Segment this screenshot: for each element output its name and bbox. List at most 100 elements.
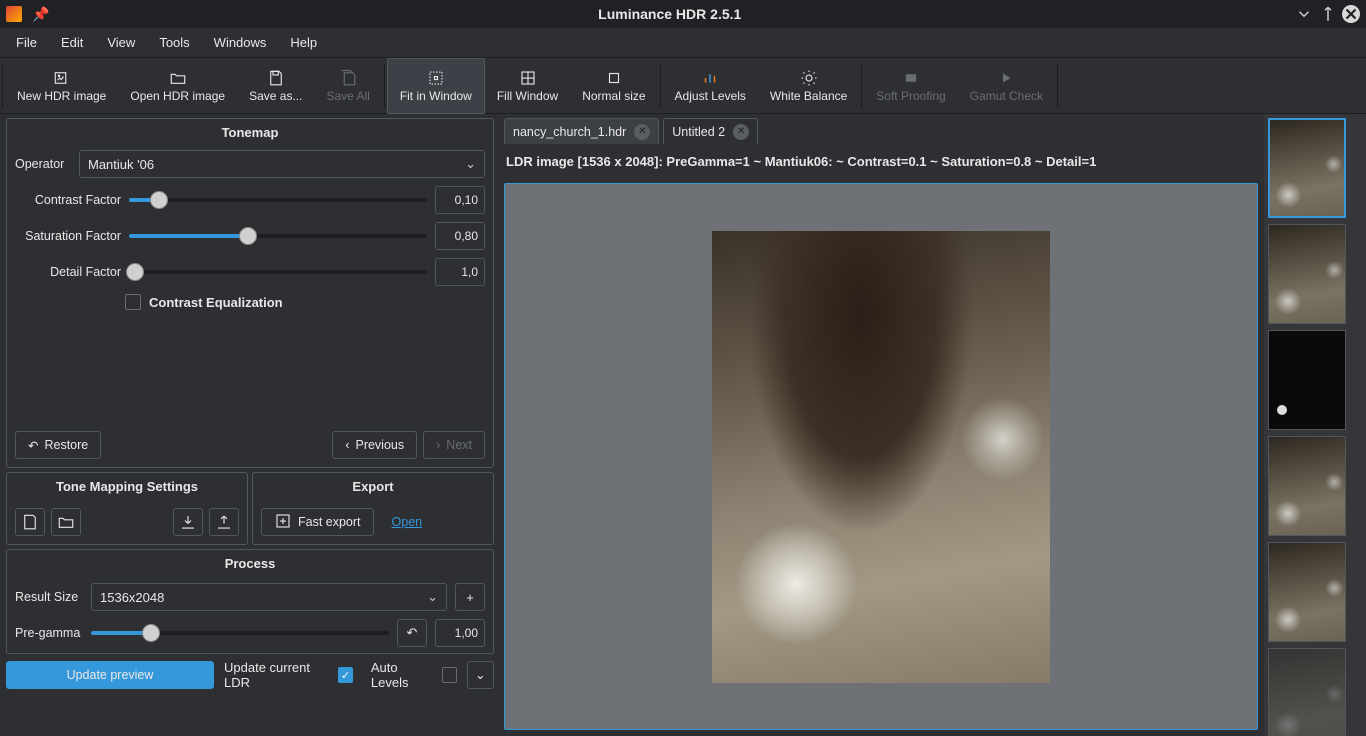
tonemap-panel: Tonemap Operator Mantiuk '06 ⌄ Contrast … (6, 118, 494, 468)
tab-untitled-2[interactable]: Untitled 2 ✕ (663, 118, 758, 144)
levels-icon (700, 69, 720, 87)
preview-thumb[interactable] (1268, 118, 1346, 218)
menu-file[interactable]: File (4, 31, 49, 54)
fit-window-button[interactable]: Fit in Window (387, 58, 485, 114)
image-status: LDR image [1536 x 2048]: PreGamma=1 ~ Ma… (498, 144, 1264, 179)
contrast-slider[interactable] (129, 190, 427, 210)
app-icon (6, 6, 22, 22)
preview-thumb[interactable] (1268, 224, 1346, 324)
tms-export-button[interactable] (209, 508, 239, 536)
preview-thumb[interactable] (1268, 542, 1346, 642)
undo-icon: ↶ (28, 438, 38, 453)
save-as-label: Save as... (249, 89, 302, 103)
operator-value: Mantiuk '06 (88, 157, 154, 172)
save-icon (266, 69, 286, 87)
menu-windows[interactable]: Windows (202, 31, 279, 54)
adjust-levels-button[interactable]: Adjust Levels (663, 58, 758, 114)
image-plus-icon (52, 69, 72, 87)
menu-help[interactable]: Help (278, 31, 329, 54)
result-size-label: Result Size (15, 590, 83, 604)
update-ldr-label: Update current LDR (224, 660, 328, 690)
previous-button[interactable]: ‹ Previous (332, 431, 417, 459)
open-hdr-button[interactable]: Open HDR image (118, 58, 237, 114)
contrast-eq-checkbox[interactable] (125, 294, 141, 310)
preview-thumb[interactable] (1268, 436, 1346, 536)
tab-close-icon[interactable]: ✕ (634, 124, 650, 140)
contrast-value[interactable]: 0,10 (435, 186, 485, 214)
detail-value[interactable]: 1,0 (435, 258, 485, 286)
tab-label: nancy_church_1.hdr (513, 125, 626, 139)
export-open-link[interactable]: Open (380, 508, 435, 536)
result-size-value: 1536x2048 (100, 590, 164, 605)
auto-levels-more-button[interactable]: ⌄ (467, 661, 494, 689)
gamut-check-button: Gamut Check (958, 58, 1055, 114)
tab-nancy-church[interactable]: nancy_church_1.hdr ✕ (504, 118, 659, 144)
tms-save-button[interactable] (15, 508, 45, 536)
tab-close-icon[interactable]: ✕ (733, 124, 749, 140)
window-title: Luminance HDR 2.5.1 (49, 6, 1290, 22)
pregamma-value[interactable]: 1,00 (435, 619, 485, 647)
chevron-down-icon: ⌄ (427, 589, 438, 605)
restore-button[interactable]: ↶ Restore (15, 431, 101, 459)
auto-levels-checkbox[interactable] (442, 667, 457, 683)
open-hdr-label: Open HDR image (130, 89, 225, 103)
contrast-label: Contrast Factor (15, 193, 121, 207)
detail-slider[interactable] (129, 262, 427, 282)
export-icon (274, 512, 292, 533)
chevron-left-icon: ‹ (345, 438, 349, 452)
fill-window-button[interactable]: Fill Window (485, 58, 570, 114)
contrast-eq-label: Contrast Equalization (149, 295, 283, 310)
close-icon[interactable] (1342, 5, 1360, 23)
export-panel: Export Fast export Open (252, 472, 494, 545)
preview-thumb[interactable] (1268, 330, 1346, 430)
menu-tools[interactable]: Tools (147, 31, 201, 54)
tool-bar: New HDR image Open HDR image Save as... … (0, 58, 1366, 114)
pregamma-label: Pre-gamma (15, 626, 83, 640)
tms-open-button[interactable] (51, 508, 81, 536)
adjust-levels-label: Adjust Levels (675, 89, 746, 103)
image-viewer[interactable] (504, 183, 1258, 730)
chevron-right-icon: › (436, 438, 440, 452)
tms-import-button[interactable] (173, 508, 203, 536)
chevron-down-icon: ⌄ (465, 156, 476, 172)
restore-label: Restore (44, 438, 88, 452)
white-balance-button[interactable]: White Balance (758, 58, 859, 114)
next-label: Next (446, 438, 472, 452)
maximize-icon[interactable] (1318, 4, 1338, 24)
new-hdr-button[interactable]: New HDR image (5, 58, 118, 114)
fast-export-button[interactable]: Fast export (261, 508, 374, 536)
save-as-button[interactable]: Save as... (237, 58, 314, 114)
result-size-add-button[interactable]: + (455, 583, 485, 611)
next-button: › Next (423, 431, 485, 459)
update-preview-button[interactable]: Update preview (6, 661, 214, 689)
gamut-icon (996, 69, 1016, 87)
pregamma-slider[interactable] (91, 623, 389, 643)
minimize-icon[interactable] (1294, 4, 1314, 24)
normal-size-icon (604, 69, 624, 87)
result-size-select[interactable]: 1536x2048 ⌄ (91, 583, 447, 611)
soft-proofing-label: Soft Proofing (876, 89, 945, 103)
detail-label: Detail Factor (15, 265, 121, 279)
new-hdr-label: New HDR image (17, 89, 106, 103)
pregamma-reset-button[interactable]: ↶ (397, 619, 427, 647)
pin-icon[interactable]: 📌 (32, 6, 49, 23)
normal-size-button[interactable]: Normal size (570, 58, 657, 114)
save-all-button: Save All (314, 58, 381, 114)
normal-size-label: Normal size (582, 89, 645, 103)
preview-thumb[interactable] (1268, 648, 1346, 736)
operator-label: Operator (15, 157, 71, 171)
fit-window-icon (426, 69, 446, 87)
tms-title: Tone Mapping Settings (7, 473, 247, 500)
saturation-value[interactable]: 0,80 (435, 222, 485, 250)
gamut-check-label: Gamut Check (970, 89, 1043, 103)
update-ldr-checkbox[interactable] (338, 667, 353, 683)
menu-edit[interactable]: Edit (49, 31, 95, 54)
saturation-slider[interactable] (129, 226, 427, 246)
fit-window-label: Fit in Window (400, 89, 472, 103)
process-panel: Process Result Size 1536x2048 ⌄ + Pre-ga… (6, 549, 494, 654)
operator-select[interactable]: Mantiuk '06 ⌄ (79, 150, 485, 178)
tonemap-title: Tonemap (7, 119, 493, 146)
fast-export-label: Fast export (298, 515, 361, 529)
proof-icon (901, 69, 921, 87)
menu-view[interactable]: View (95, 31, 147, 54)
